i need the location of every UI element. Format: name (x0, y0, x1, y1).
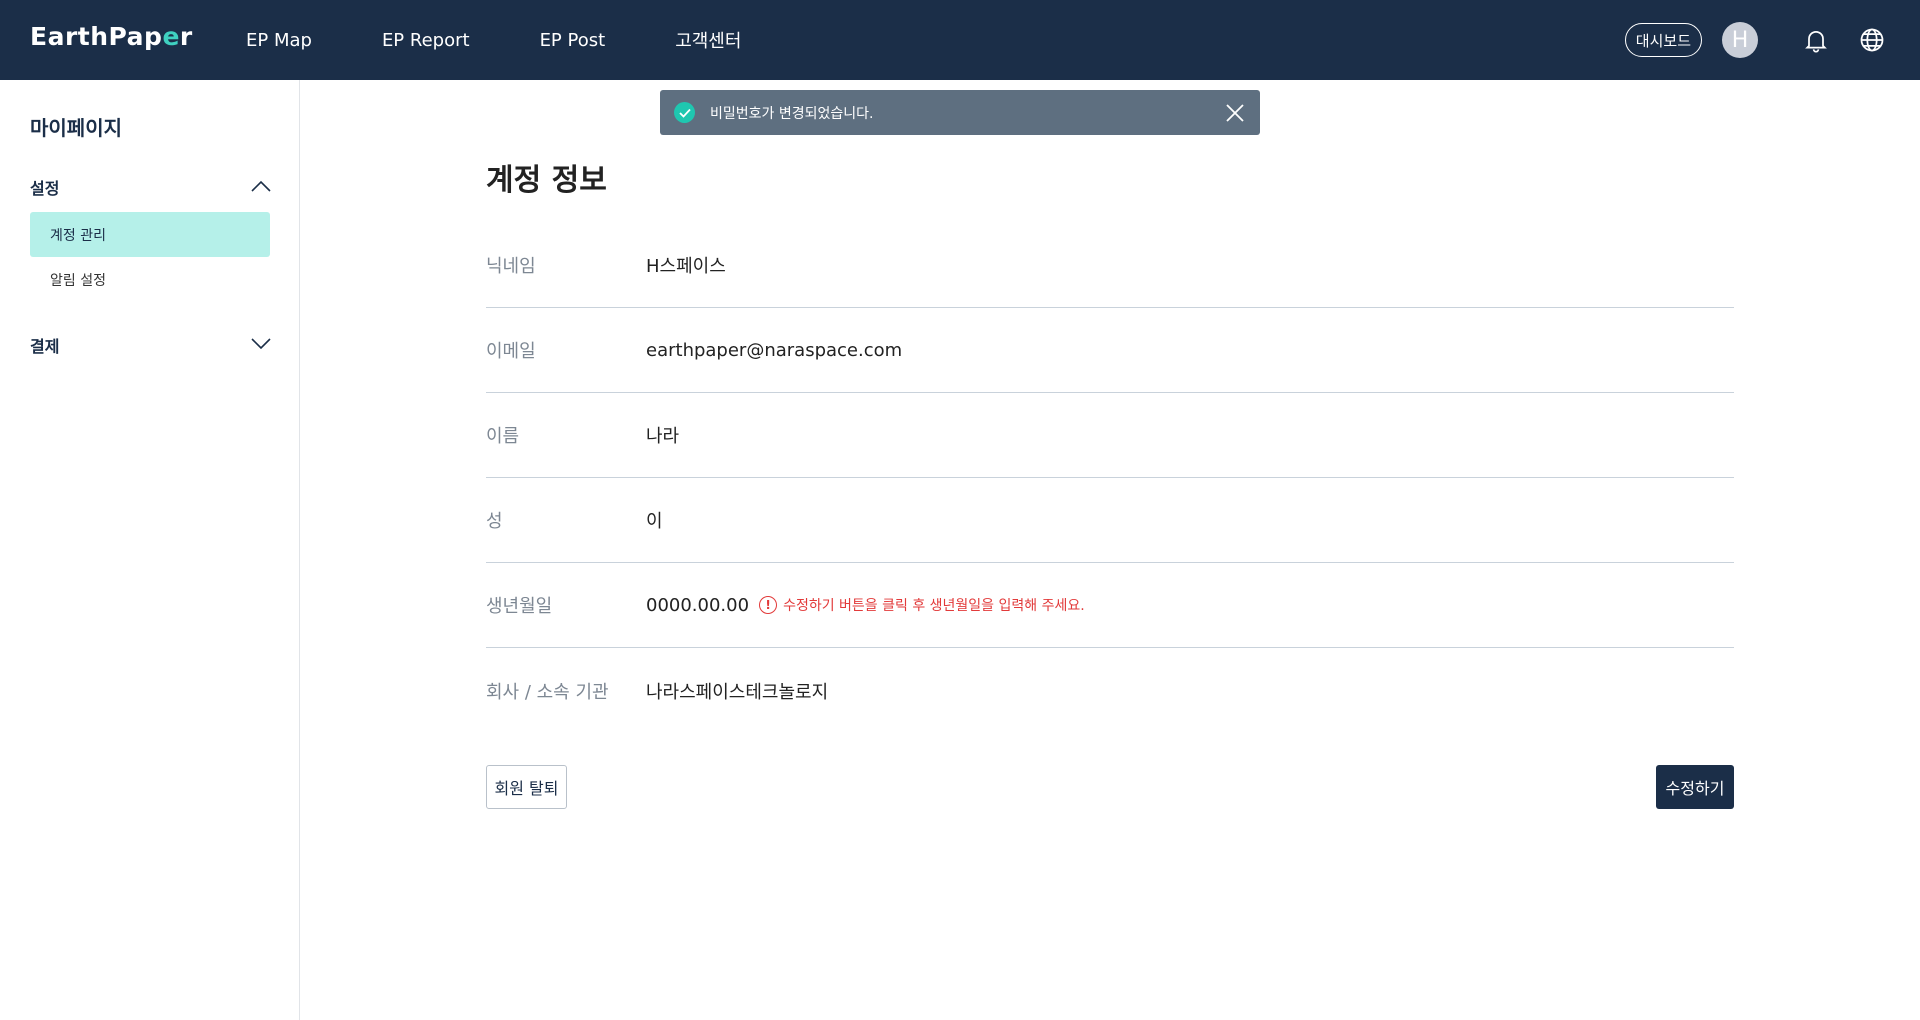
row-value: 나라 (646, 426, 680, 447)
withdraw-button[interactable]: 회원 탈퇴 (486, 765, 567, 809)
check-circle-icon (674, 102, 695, 123)
avatar[interactable]: H (1722, 22, 1758, 58)
dashboard-button[interactable]: 대시보드 (1624, 23, 1702, 57)
sidebar: 마이페이지 설정 계정 관리 알림 설정 결제 (0, 80, 300, 1020)
birthdate-warning: ! 수정하기 버튼을 클릭 후 생년월일을 입력해 주세요. (759, 595, 1085, 615)
account-info-form: 닉네임 H스페이스 이메일 earthpaper@naraspace.com 이… (486, 223, 1734, 733)
row-label: 성 (486, 511, 503, 532)
info-row-birthdate: 생년월일 0000.00.00 ! 수정하기 버튼을 클릭 후 생년월일을 입력… (486, 563, 1734, 648)
globe-icon[interactable] (1854, 22, 1890, 58)
row-value-wrap: 0000.00.00 ! 수정하기 버튼을 클릭 후 생년월일을 입력해 주세요… (646, 595, 1085, 616)
nav-ep-map[interactable]: EP Map (246, 30, 312, 51)
info-row-last-name: 성 이 (486, 478, 1734, 563)
sidebar-item-account[interactable]: 계정 관리 (30, 212, 270, 257)
bell-icon[interactable] (1798, 22, 1834, 58)
main-nav: EP Map EP Report EP Post 고객센터 (246, 0, 811, 80)
info-row-nickname: 닉네임 H스페이스 (486, 223, 1734, 308)
row-label: 생년월일 (486, 596, 553, 617)
top-navigation-bar: EarthPaper EP Map EP Report EP Post 고객센터… (0, 0, 1920, 80)
info-row-first-name: 이름 나라 (486, 393, 1734, 478)
sidebar-item-notifications[interactable]: 알림 설정 (30, 257, 270, 302)
row-value: 0000.00.00 (646, 594, 750, 616)
nav-ep-post[interactable]: EP Post (540, 30, 606, 51)
toast-message: 비밀번호가 변경되었습니다. (710, 105, 874, 122)
sidebar-title: 마이페이지 (30, 116, 122, 140)
page-title: 계정 정보 (486, 163, 607, 198)
row-label: 이름 (486, 426, 520, 447)
chevron-down-icon (250, 336, 272, 355)
sidebar-section-payment[interactable]: 결제 (30, 330, 272, 360)
row-label: 이메일 (486, 341, 536, 362)
row-label: 닉네임 (486, 256, 536, 277)
nav-customer-center[interactable]: 고객센터 (675, 27, 741, 53)
chevron-up-icon (250, 178, 272, 197)
nav-ep-report[interactable]: EP Report (382, 30, 470, 51)
alert-circle-icon: ! (759, 596, 778, 614)
row-value: earthpaper@naraspace.com (646, 339, 903, 361)
row-value: 나라스페이스테크놀로지 (646, 681, 829, 703)
info-row-email: 이메일 earthpaper@naraspace.com (486, 308, 1734, 393)
header-actions: 대시보드 H (1624, 0, 1890, 80)
sidebar-section-label: 설정 (30, 179, 60, 198)
edit-button[interactable]: 수정하기 (1656, 765, 1734, 809)
close-icon[interactable] (1222, 100, 1248, 126)
row-label: 회사 / 소속 기관 (486, 681, 609, 703)
earthpaper-logo[interactable]: EarthPaper (30, 22, 193, 51)
row-value: H스페이스 (646, 256, 726, 277)
row-value: 이 (646, 511, 663, 532)
warning-text: 수정하기 버튼을 클릭 후 생년월일을 입력해 주세요. (783, 598, 1085, 614)
info-row-company: 회사 / 소속 기관 나라스페이스테크놀로지 (486, 648, 1734, 733)
sidebar-section-label: 결제 (30, 337, 60, 356)
success-toast: 비밀번호가 변경되었습니다. (660, 90, 1260, 135)
sidebar-section-settings[interactable]: 설정 (30, 172, 272, 202)
